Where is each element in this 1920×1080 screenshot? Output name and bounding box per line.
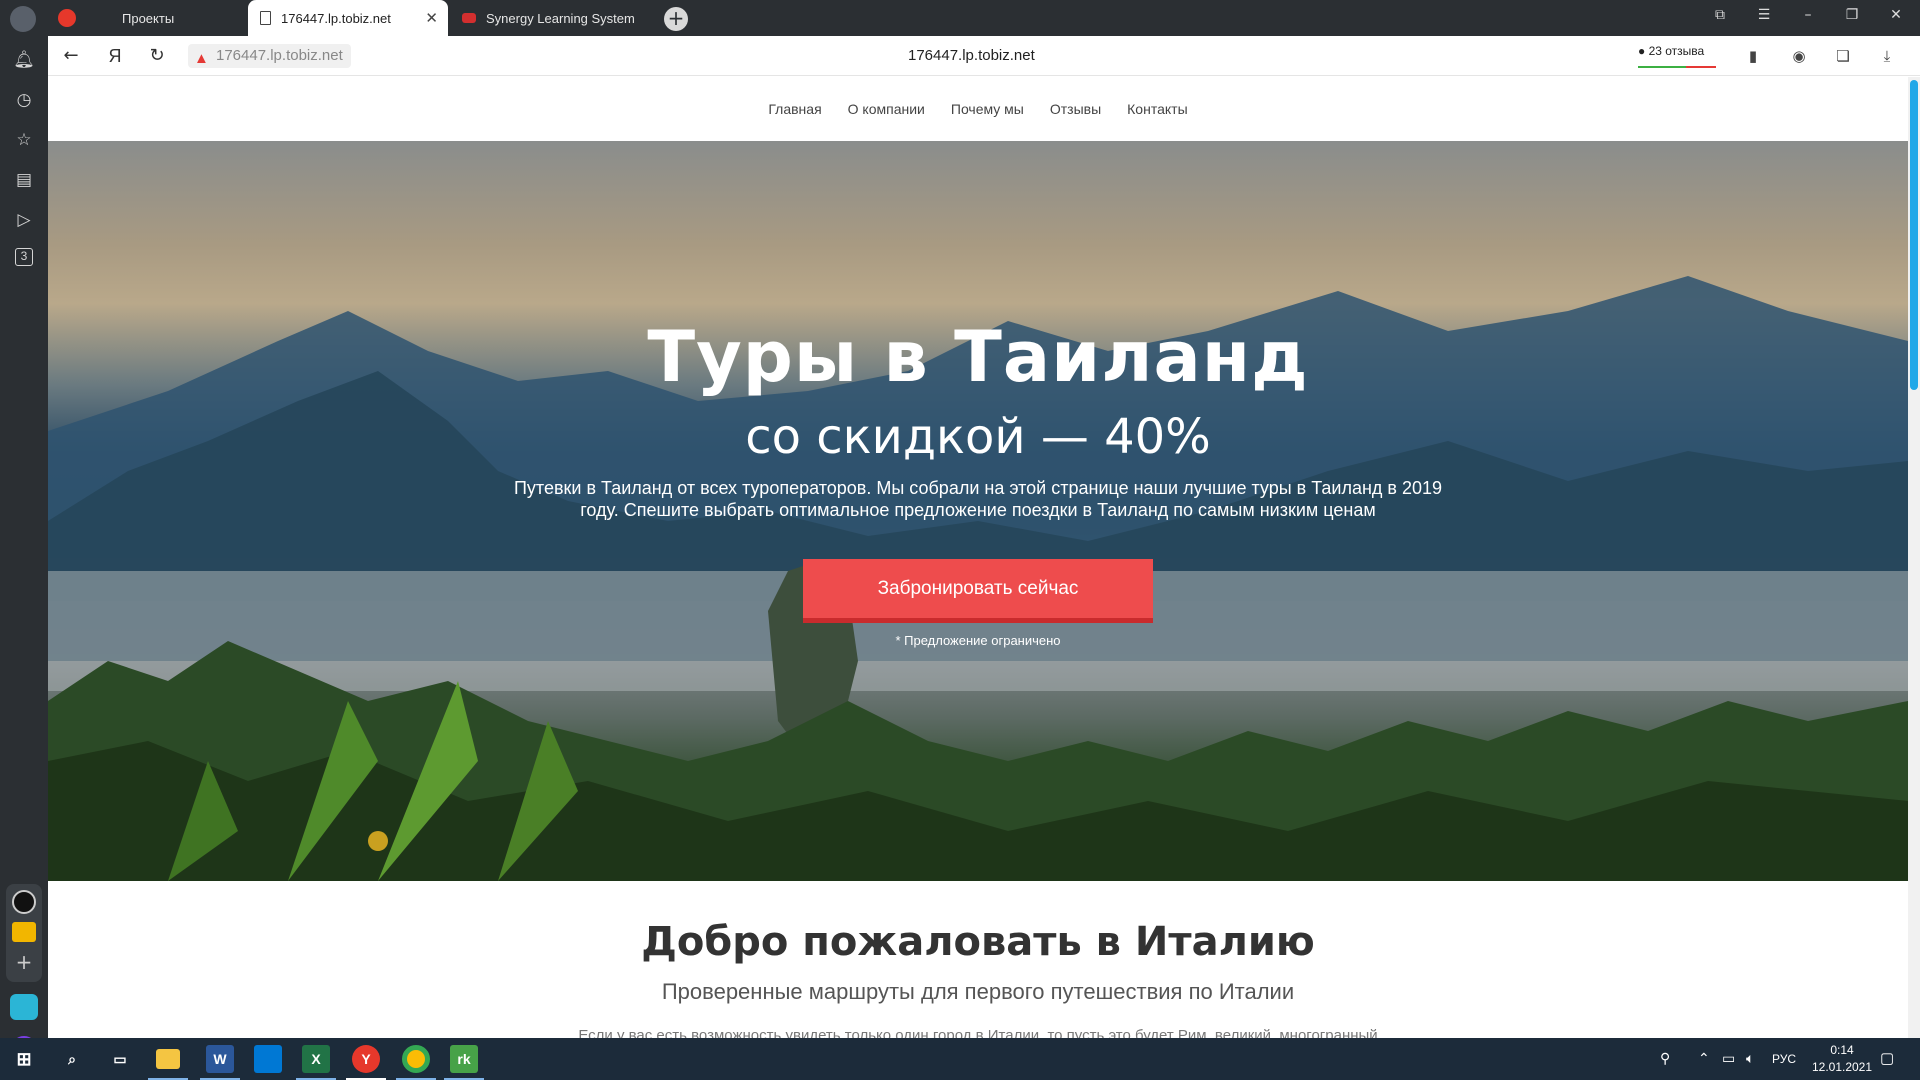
video-play-icon[interactable]: ▷: [12, 208, 36, 232]
nav-link-reviews[interactable]: Отзывы: [1050, 101, 1101, 117]
back-arrow-icon[interactable]: ←: [58, 43, 84, 69]
reviews-count: 23 отзыва: [1648, 44, 1705, 58]
volume-icon[interactable]: 🔈︎: [1746, 1050, 1754, 1067]
web-page: Главная О компании Почему мы Отзывы Конт…: [48, 77, 1908, 1038]
people-icon[interactable]: ⚲: [1660, 1050, 1670, 1067]
url-text: 176447.lp.tobiz.net: [216, 47, 343, 64]
comment-icon: ●: [1638, 44, 1646, 58]
warning-icon: ▲: [194, 50, 209, 67]
browser-tab-bar: Проекты 176447.lp.tobiz.net ✕ Synergy Le…: [0, 0, 1920, 36]
close-tab-icon[interactable]: ✕: [425, 9, 438, 27]
menu-icon[interactable]: ☰: [1752, 7, 1776, 29]
page-domain: 176447.lp.tobiz.net: [908, 47, 1035, 64]
tab-label: 176447.lp.tobiz.net: [281, 10, 391, 26]
hero-description: Путевки в Таиланд от всех туроператоров.…: [513, 478, 1443, 520]
hero-subtitle: со скидкой — 40%: [745, 409, 1211, 465]
reload-icon[interactable]: ↻: [144, 43, 170, 69]
excel-app-icon[interactable]: X: [302, 1045, 330, 1073]
language-indicator[interactable]: РУС: [1772, 1052, 1796, 1066]
scrollbar-thumb[interactable]: [1910, 80, 1918, 390]
messenger-app-icon[interactable]: [10, 994, 38, 1020]
collections-icon[interactable]: ❏: [1832, 45, 1854, 67]
nav-link-home[interactable]: Главная: [768, 101, 821, 117]
url-field[interactable]: ▲ 176447.lp.tobiz.net: [188, 44, 351, 68]
tab-current-site[interactable]: 176447.lp.tobiz.net ✕: [248, 0, 448, 36]
clock-date[interactable]: 12.01.2021: [1806, 1060, 1878, 1074]
notifications-bell-icon[interactable]: 🔔︎: [12, 48, 36, 72]
close-window-icon[interactable]: ✕: [1884, 7, 1908, 29]
tab-synergy[interactable]: Synergy Learning System: [452, 0, 660, 36]
reviews-badge[interactable]: ● 23 отзыва: [1638, 44, 1716, 68]
clock-time[interactable]: 0:14: [1822, 1043, 1862, 1057]
browser-side-panel: 🔔︎ ◷ ☆ ▤ ▷ 3 +: [0, 36, 48, 1064]
download-icon[interactable]: ⤓: [1876, 45, 1898, 67]
section-title: Добро пожаловать в Италию: [641, 919, 1315, 965]
file-explorer-icon[interactable]: [156, 1049, 180, 1069]
bookmark-icon[interactable]: ▮: [1742, 45, 1764, 67]
add-app-icon[interactable]: +: [12, 950, 36, 974]
task-view-icon[interactable]: ▭: [106, 1045, 134, 1073]
yandex-home-icon[interactable]: Я: [102, 43, 128, 69]
apps-dock: +: [6, 884, 42, 982]
section-text: Если у вас есть возможность увидеть толь…: [578, 1027, 1378, 1038]
windows-taskbar: ⊞ ⌕ ▭ W X Y rk ⚲ ⌃ ▭ 🔈︎ РУС 0:14 12.01.2…: [0, 1038, 1920, 1080]
tab-manager-icon[interactable]: ⧉: [1708, 7, 1732, 29]
section-subtitle: Проверенные маршруты для первого путешес…: [661, 979, 1295, 1004]
rating-bar-negative: [1686, 66, 1716, 68]
book-now-button[interactable]: Забронировать сейчас: [803, 559, 1153, 623]
restore-icon[interactable]: ❐: [1840, 7, 1864, 29]
collections-icon[interactable]: ▤: [12, 168, 36, 192]
minimize-icon[interactable]: –: [1796, 7, 1820, 29]
network-icon[interactable]: ▭: [1722, 1050, 1735, 1067]
profile-avatar[interactable]: [10, 6, 36, 32]
tab-label: Synergy Learning System: [486, 10, 635, 26]
favorites-star-icon[interactable]: ☆: [12, 128, 36, 152]
show-hidden-icons-chevron[interactable]: ⌃: [1698, 1050, 1710, 1067]
camera-app-icon[interactable]: [12, 890, 36, 914]
tab-label: Проекты: [122, 10, 175, 26]
hero-title: Туры в Таиланд: [647, 316, 1309, 398]
address-bar: ← Я ↻ ▲ 176447.lp.tobiz.net 176447.lp.to…: [48, 36, 1920, 76]
windows-start-icon[interactable]: ⊞: [10, 1045, 38, 1073]
yandex-logo-icon[interactable]: [58, 9, 76, 27]
yandex-browser-app-icon[interactable]: Y: [352, 1045, 380, 1073]
protect-icon[interactable]: ◉: [1788, 45, 1810, 67]
nav-link-why-us[interactable]: Почему мы: [951, 101, 1024, 117]
tab-projects[interactable]: Проекты: [90, 0, 246, 36]
history-icon[interactable]: ◷: [12, 88, 36, 112]
mail-app-icon[interactable]: [12, 922, 36, 942]
word-app-icon[interactable]: W: [206, 1045, 234, 1073]
nav-link-contacts[interactable]: Контакты: [1127, 101, 1187, 117]
offer-limited-note: * Предложение ограничено: [895, 633, 1061, 648]
action-center-icon[interactable]: ▢: [1880, 1049, 1894, 1067]
synergy-favicon-icon: [462, 13, 476, 23]
new-tab-button[interactable]: +: [664, 7, 688, 31]
hero-section: Туры в Таиланд со скидкой — 40% Путевки …: [48, 141, 1908, 881]
rk-app-icon[interactable]: rk: [450, 1045, 478, 1073]
search-icon[interactable]: ⌕: [58, 1045, 86, 1073]
page-icon: [260, 11, 271, 25]
site-navigation: Главная О компании Почему мы Отзывы Конт…: [48, 77, 1908, 141]
nav-link-about[interactable]: О компании: [848, 101, 925, 117]
store-app-icon[interactable]: [254, 1045, 282, 1073]
tab-count-icon[interactable]: 3: [15, 248, 33, 266]
chrome-app-icon[interactable]: [402, 1045, 430, 1073]
